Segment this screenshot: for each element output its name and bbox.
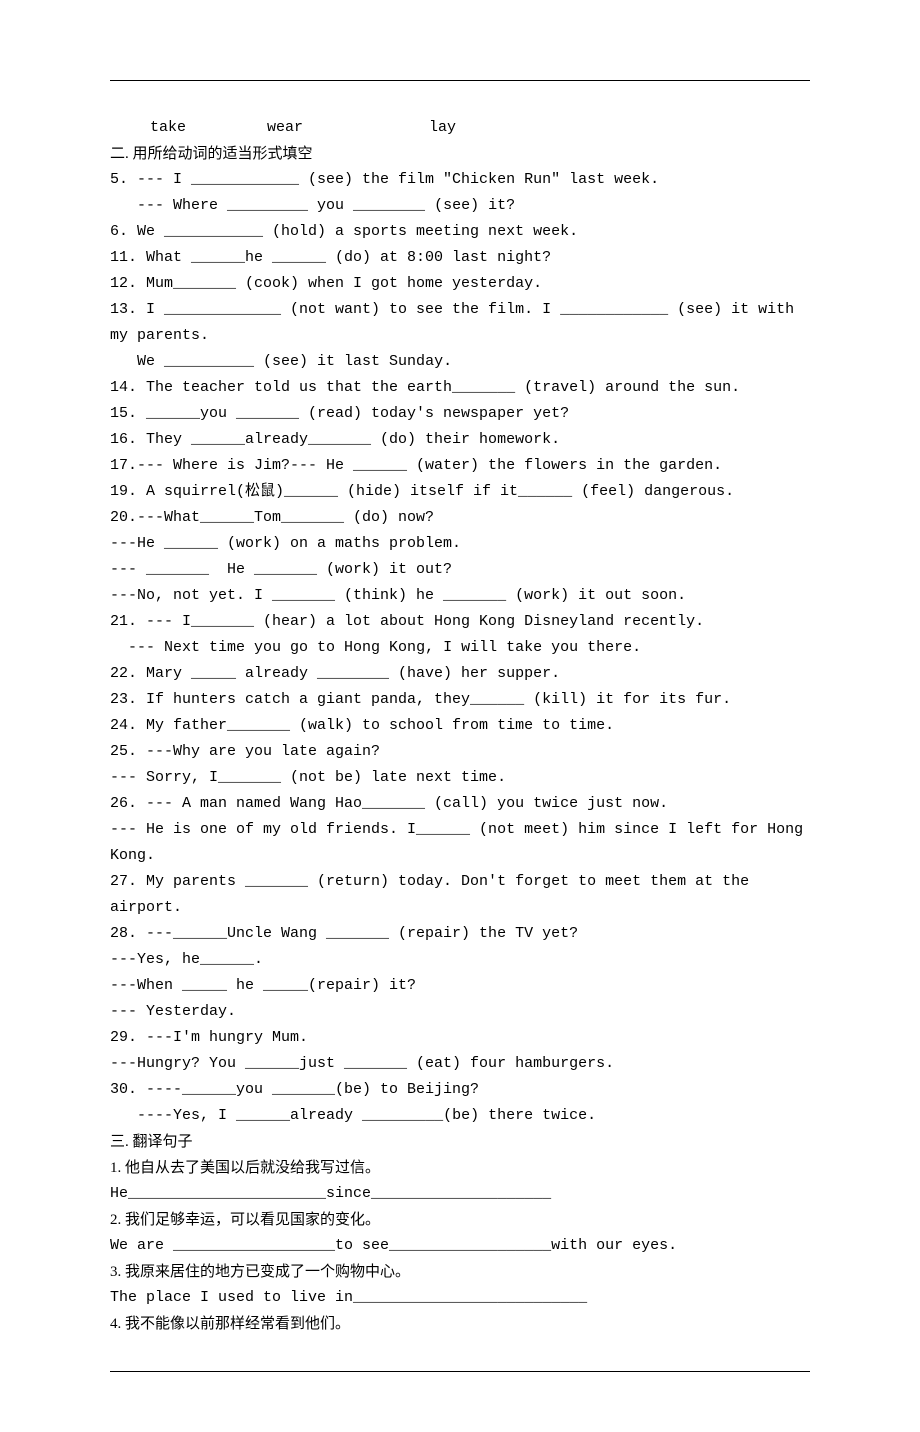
- q28-line4: --- Yesterday.: [110, 999, 810, 1025]
- q20-line3: --- _______ He _______ (work) it out?: [110, 557, 810, 583]
- q13-line1: 13. I _____________ (not want) to see th…: [110, 297, 810, 349]
- q29-line2: ---Hungry? You ______just _______ (eat) …: [110, 1051, 810, 1077]
- q5-line2: --- Where _________ you ________ (see) i…: [110, 193, 810, 219]
- t2-answer: We are __________________to see_________…: [110, 1233, 810, 1259]
- q13-line2: We __________ (see) it last Sunday.: [110, 349, 810, 375]
- q20-line4: ---No, not yet. I _______ (think) he ___…: [110, 583, 810, 609]
- t2-question: 2. 我们足够幸运，可以看见国家的变化。: [110, 1207, 810, 1233]
- q22: 22. Mary _____ already ________ (have) h…: [110, 661, 810, 687]
- q20-line1: 20.---What______Tom_______ (do) now?: [110, 505, 810, 531]
- q29-line1: 29. ---I'm hungry Mum.: [110, 1025, 810, 1051]
- bottom-rule: [110, 1371, 810, 1372]
- q14: 14. The teacher told us that the earth__…: [110, 375, 810, 401]
- q19: 19. A squirrel(松鼠)______ (hide) itself i…: [110, 479, 810, 505]
- q25-line2: --- Sorry, I_______ (not be) late next t…: [110, 765, 810, 791]
- q26-line1: 26. --- A man named Wang Hao_______ (cal…: [110, 791, 810, 817]
- top-rule: [110, 80, 810, 81]
- q6: 6. We ___________ (hold) a sports meetin…: [110, 219, 810, 245]
- q23: 23. If hunters catch a giant panda, they…: [110, 687, 810, 713]
- t3-answer: The place I used to live in_____________…: [110, 1285, 810, 1311]
- t1-question: 1. 他自从去了美国以后就没给我写过信。: [110, 1155, 810, 1181]
- t3-question: 3. 我原来居住的地方已变成了一个购物中心。: [110, 1259, 810, 1285]
- q17: 17.--- Where is Jim?--- He ______ (water…: [110, 453, 810, 479]
- vocab-row: take wear lay: [110, 115, 810, 141]
- q12: 12. Mum_______ (cook) when I got home ye…: [110, 271, 810, 297]
- q24: 24. My father_______ (walk) to school fr…: [110, 713, 810, 739]
- q21-line2: --- Next time you go to Hong Kong, I wil…: [110, 635, 810, 661]
- q20-line2: ---He ______ (work) on a maths problem.: [110, 531, 810, 557]
- section-3-heading: 三. 翻译句子: [110, 1129, 810, 1155]
- q28-line2: ---Yes, he______.: [110, 947, 810, 973]
- q30-line1: 30. ----______you _______(be) to Beijing…: [110, 1077, 810, 1103]
- q28-line3: ---When _____ he _____(repair) it?: [110, 973, 810, 999]
- q26-line2: --- He is one of my old friends. I______…: [110, 817, 810, 869]
- q25-line1: 25. ---Why are you late again?: [110, 739, 810, 765]
- q11: 11. What ______he ______ (do) at 8:00 la…: [110, 245, 810, 271]
- t1-answer: He______________________since___________…: [110, 1181, 810, 1207]
- q28-line1: 28. ---______Uncle Wang _______ (repair)…: [110, 921, 810, 947]
- q15: 15. ______you _______ (read) today's new…: [110, 401, 810, 427]
- q21-line1: 21. --- I_______ (hear) a lot about Hong…: [110, 609, 810, 635]
- q30-line2: ----Yes, I ______already _________(be) t…: [110, 1103, 810, 1129]
- page-container: take wear lay 二. 用所给动词的适当形式填空 5. --- I _…: [0, 0, 920, 1432]
- q16: 16. They ______already_______ (do) their…: [110, 427, 810, 453]
- section-2-heading: 二. 用所给动词的适当形式填空: [110, 141, 810, 167]
- content-body: take wear lay 二. 用所给动词的适当形式填空 5. --- I _…: [110, 115, 810, 1337]
- q5-line1: 5. --- I ____________ (see) the film "Ch…: [110, 167, 810, 193]
- t4-question: 4. 我不能像以前那样经常看到他们。: [110, 1311, 810, 1337]
- q27: 27. My parents _______ (return) today. D…: [110, 869, 810, 921]
